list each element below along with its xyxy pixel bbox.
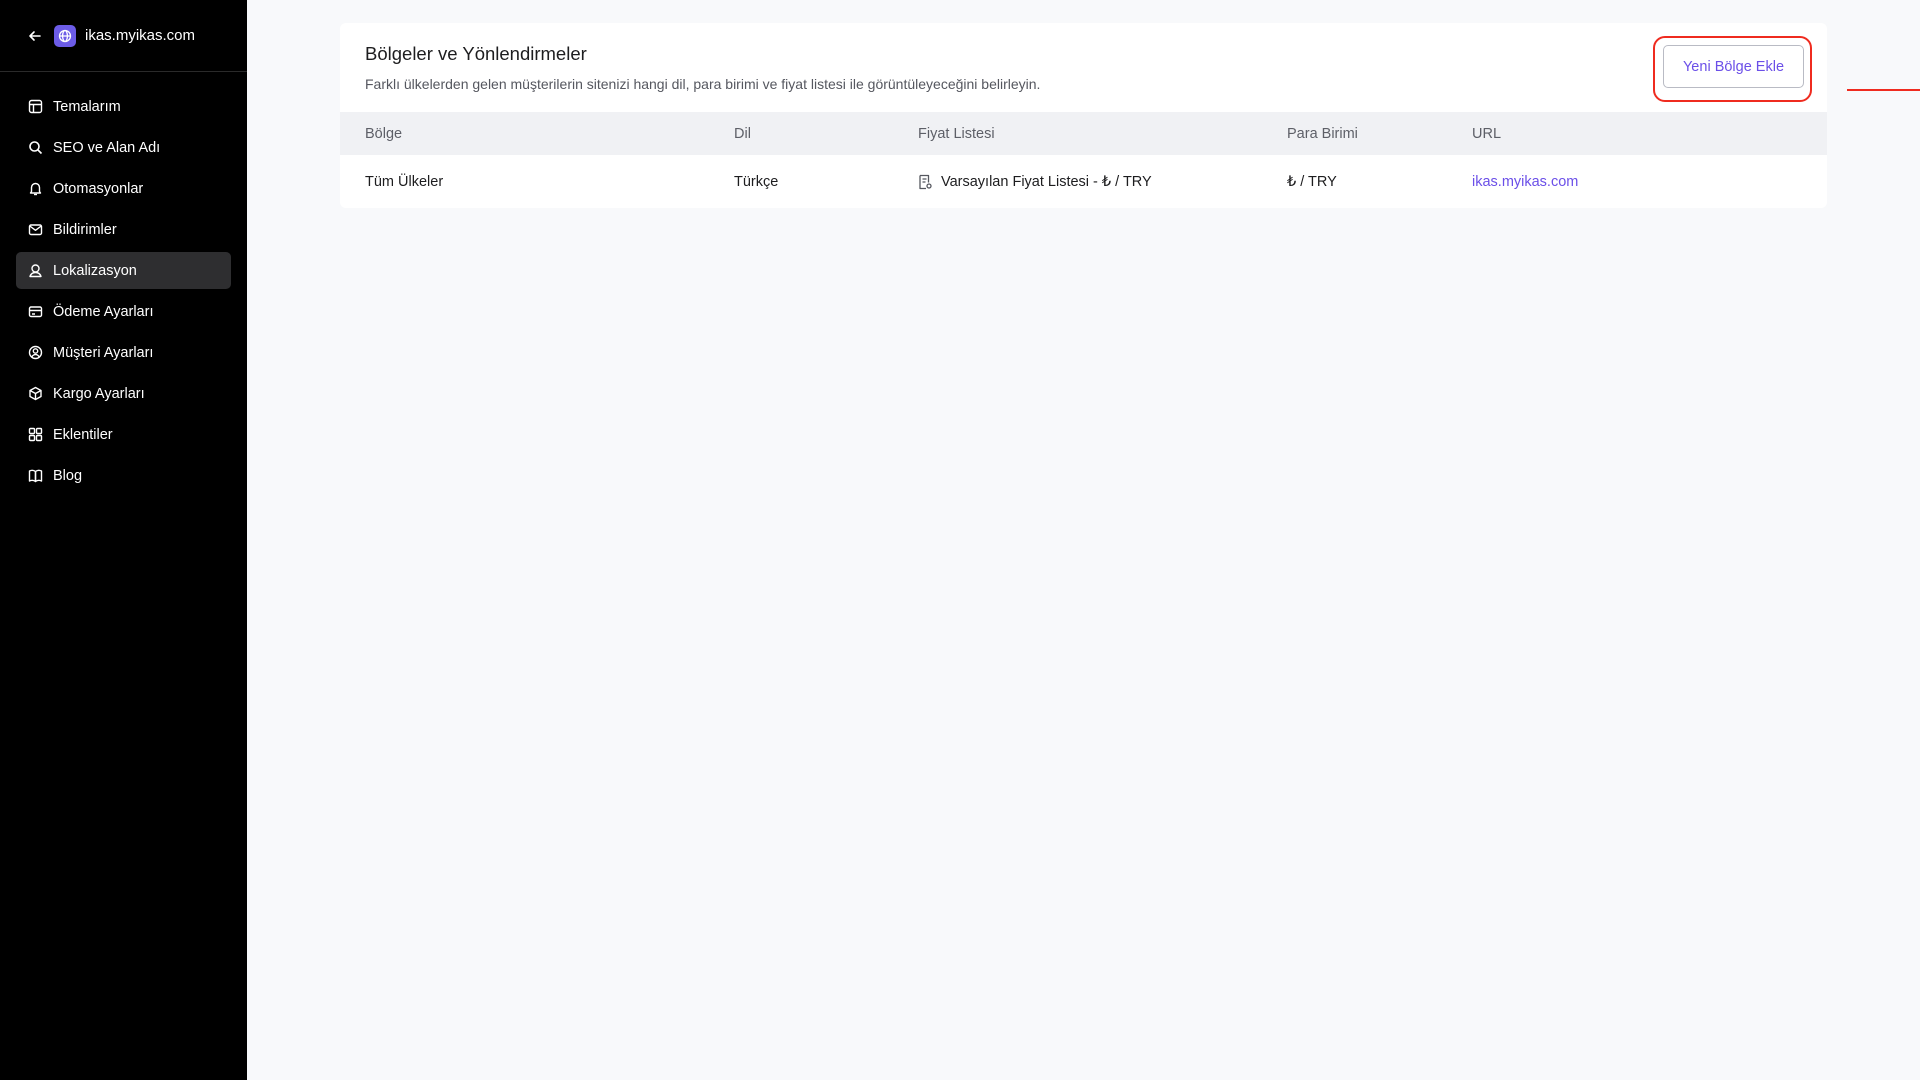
sidebar-item-kargo-ayarlari[interactable]: Kargo Ayarları	[16, 375, 231, 412]
site-name[interactable]: ikas.myikas.com	[85, 27, 195, 44]
sidebar-item-label: Blog	[53, 467, 83, 484]
bell-icon	[27, 181, 43, 197]
column-header-currency: Para Birimi	[1287, 125, 1358, 142]
table-row[interactable]: Tüm Ülkeler Türkçe Varsayılan Fiyat List…	[340, 155, 1827, 208]
column-header-price-list: Fiyat Listesi	[918, 125, 995, 142]
sidebar-item-label: Bildirimler	[53, 221, 117, 238]
column-header-language: Dil	[734, 125, 751, 142]
cell-region: Tüm Ülkeler	[365, 173, 444, 190]
sidebar-item-musteri-ayarlari[interactable]: Müşteri Ayarları	[16, 334, 231, 371]
grid-icon	[27, 427, 43, 443]
sidebar-item-label: Temalarım	[53, 98, 121, 115]
sidebar-item-label: Ödeme Ayarları	[53, 303, 154, 320]
search-icon	[27, 140, 43, 156]
page-description: Farklı ülkelerden gelen müşterilerin sit…	[365, 76, 1041, 92]
cell-currency: ₺ / TRY	[1287, 173, 1337, 190]
sidebar-item-lokalizasyon[interactable]: Lokalizasyon	[16, 252, 231, 289]
sidebar-item-eklentiler[interactable]: Eklentiler	[16, 416, 231, 453]
sidebar-item-seo[interactable]: SEO ve Alan Adı	[16, 129, 231, 166]
sidebar-item-odeme-ayarlari[interactable]: Ödeme Ayarları	[16, 293, 231, 330]
globe-icon	[54, 24, 76, 47]
sidebar-item-otomasyonlar[interactable]: Otomasyonlar	[16, 170, 231, 207]
sidebar: ikas.myikas.com Temalarım SEO ve Alan Ad…	[0, 0, 247, 1080]
cell-language: Türkçe	[734, 173, 779, 190]
location-user-icon	[27, 263, 43, 279]
sidebar-item-blog[interactable]: Blog	[16, 457, 231, 494]
sidebar-item-temalarim[interactable]: Temalarım	[16, 88, 231, 125]
price-list-icon	[918, 174, 933, 190]
sidebar-item-bildirimler[interactable]: Bildirimler	[16, 211, 231, 248]
package-icon	[27, 386, 43, 402]
page-title: Bölgeler ve Yönlendirmeler	[365, 43, 587, 64]
sidebar-item-label: Eklentiler	[53, 426, 113, 443]
sidebar-item-label: Müşteri Ayarları	[53, 344, 154, 361]
add-region-button[interactable]: Yeni Bölge Ekle	[1663, 45, 1804, 88]
column-header-region: Bölge	[365, 125, 403, 142]
cell-url-link[interactable]: ikas.myikas.com	[1472, 155, 1578, 208]
book-icon	[27, 468, 43, 484]
credit-card-icon	[27, 304, 43, 320]
cell-price-list: Varsayılan Fiyat Listesi - ₺ / TRY	[918, 155, 1152, 208]
mail-icon	[27, 222, 43, 238]
user-circle-icon	[27, 345, 43, 361]
regions-card: Bölgeler ve Yönlendirmeler Farklı ülkele…	[340, 23, 1920, 208]
sidebar-item-label: Otomasyonlar	[53, 180, 144, 197]
annotation-arrow-icon	[1847, 89, 1920, 91]
cell-price-list-text: Varsayılan Fiyat Listesi - ₺ / TRY	[941, 173, 1152, 190]
sidebar-header: ikas.myikas.com	[0, 0, 247, 72]
table-header: Bölge Dil Fiyat Listesi Para Birimi URL	[340, 112, 1827, 155]
sidebar-nav: Temalarım SEO ve Alan Adı Otomasyonlar B…	[0, 72, 247, 494]
sidebar-item-label: Kargo Ayarları	[53, 385, 145, 402]
sidebar-item-label: SEO ve Alan Adı	[53, 139, 161, 156]
arrow-left-icon[interactable]	[26, 27, 44, 45]
column-header-url: URL	[1472, 125, 1502, 142]
layout-icon	[27, 99, 43, 115]
sidebar-item-label: Lokalizasyon	[53, 262, 137, 279]
